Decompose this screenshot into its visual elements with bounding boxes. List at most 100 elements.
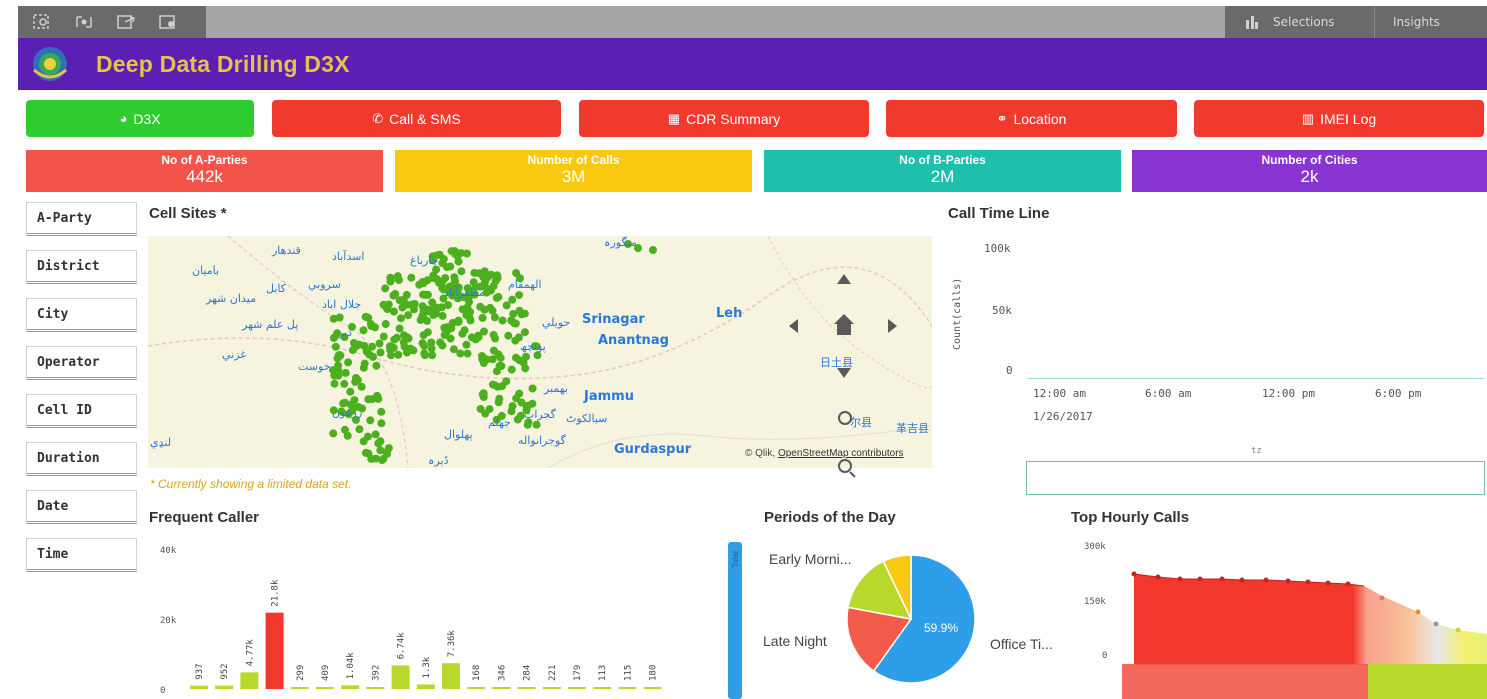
nav-button-call-sms[interactable]: ✆ Call & SMS — [272, 100, 561, 137]
cell-site-point — [362, 347, 371, 356]
cell-site-point — [376, 348, 385, 357]
cell-site-point — [438, 259, 447, 268]
filter-date[interactable]: Date — [26, 490, 137, 524]
toolbar-left-group — [18, 6, 206, 38]
cell-site-point — [418, 278, 427, 286]
timeline-scrollbar[interactable] — [1026, 461, 1485, 495]
bar — [618, 687, 637, 689]
pan-down-icon[interactable] — [837, 368, 851, 378]
data-label: 6.74k — [397, 632, 407, 660]
map-label: Jammu — [584, 389, 634, 404]
data-label: 7.36k — [447, 630, 457, 658]
cell-site-point — [458, 329, 467, 338]
filter-district[interactable]: District — [26, 250, 137, 284]
map-label: زرغون — [332, 406, 363, 419]
cell-site-point — [350, 396, 359, 405]
nav-button-imei-log[interactable]: ▥ IMEI Log — [1194, 100, 1484, 137]
smart-search-icon[interactable] — [32, 13, 52, 31]
cell-site-point — [495, 362, 504, 370]
pan-up-icon[interactable] — [837, 274, 851, 284]
cell-site-point — [329, 429, 338, 438]
filter-duration[interactable]: Duration — [26, 442, 137, 476]
cell-site-point — [423, 328, 432, 337]
cell-site-point — [521, 364, 530, 373]
map-label: لنډي — [150, 436, 172, 449]
map-label: ميدان شهر — [206, 292, 256, 305]
cell-site-point — [359, 437, 368, 446]
cell-site-point — [462, 340, 471, 349]
kpi-value: 2k — [1300, 167, 1319, 186]
filter-operator[interactable]: Operator — [26, 346, 137, 380]
cell-site-point — [513, 415, 522, 424]
nav-button-location[interactable]: ⚭ Location — [886, 100, 1177, 137]
cell-site-point — [508, 402, 517, 411]
cell-site-point — [330, 379, 339, 388]
cell-site-point — [532, 420, 541, 429]
cell-site-point — [446, 334, 455, 343]
bar-chart-icon: ▥ — [1301, 110, 1315, 126]
bar — [240, 672, 259, 689]
periods-pie-chart[interactable] — [845, 553, 977, 685]
pie-data-label: 59.9% — [924, 621, 959, 635]
attribution-link[interactable]: OpenStreetMap contributors — [778, 448, 904, 459]
data-label: 1.3k — [422, 656, 432, 678]
cell-site-point — [351, 377, 360, 386]
bar — [568, 687, 586, 689]
cell-site-point — [390, 335, 399, 344]
cell-site-point — [494, 292, 503, 301]
bar — [542, 687, 561, 689]
map-label: خوست — [298, 360, 331, 373]
map-label: پونچھ — [520, 340, 546, 353]
cell-site-point — [360, 359, 369, 368]
cell-site-point — [391, 289, 400, 298]
clear-selections-icon[interactable] — [158, 13, 178, 31]
map-label: غزني — [222, 348, 247, 361]
cell-site-point — [450, 273, 459, 282]
selections-button[interactable]: Selections — [1225, 6, 1375, 38]
ytick: 100k — [984, 242, 1011, 255]
top-hourly-chart[interactable] — [1120, 560, 1487, 699]
pan-left-icon[interactable] — [789, 319, 798, 333]
ytick: 40k — [160, 546, 177, 556]
cell-site-point — [517, 398, 526, 407]
pan-right-icon[interactable] — [888, 319, 897, 333]
forward-selection-icon[interactable] — [116, 13, 136, 31]
cell-site-point — [463, 349, 472, 358]
insights-button[interactable]: Insights — [1375, 15, 1440, 29]
cell-site-point — [375, 339, 384, 348]
map-label: كابل — [266, 282, 286, 295]
map-label: دېر — [338, 326, 353, 339]
pie-label-early-morning: Early Morni... — [769, 551, 852, 567]
selection-tool-icon[interactable] — [74, 13, 94, 31]
cell-site-point — [395, 296, 404, 305]
pie-label-late-night: Late Night — [763, 633, 827, 649]
bar — [643, 687, 662, 689]
cell-site-point — [512, 269, 521, 277]
cell-site-point — [449, 345, 458, 354]
filter-a-party[interactable]: A-Party — [26, 202, 137, 236]
cell-site-point — [364, 395, 373, 404]
filter-city[interactable]: City — [26, 298, 137, 332]
ytick: 0 — [1102, 651, 1108, 661]
nav-button-d3x[interactable]: ◕ D3X — [26, 100, 254, 137]
filter-time[interactable]: Time — [26, 538, 137, 572]
nav-button-cdr-summary[interactable]: ▦ CDR Summary — [579, 100, 869, 137]
nav-label: D3X — [133, 110, 161, 127]
home-icon[interactable] — [834, 314, 854, 335]
cell-site-point — [520, 309, 529, 318]
zoom-in-icon[interactable] — [838, 411, 852, 425]
cell-site-point — [438, 311, 447, 320]
link-icon: ⚭ — [996, 110, 1008, 126]
cell-site-point — [395, 324, 404, 333]
frequent-caller-chart[interactable]: 40k 20k 0 937 952 4.77k 21.8k 299 409 1.04k 392 6.7… — [148, 538, 748, 699]
filter-cell-id[interactable]: Cell ID — [26, 394, 137, 428]
cell-site-point — [433, 275, 442, 284]
cell-site-point — [457, 267, 466, 276]
cell-site-point — [333, 371, 342, 380]
kpi-title: Number of Cities — [1261, 153, 1358, 167]
cell-site-point — [432, 303, 441, 312]
cell-site-point — [498, 382, 507, 391]
map-label: باميان — [192, 264, 220, 277]
zoom-out-icon[interactable] — [838, 459, 852, 473]
cell-site-point — [444, 301, 452, 310]
